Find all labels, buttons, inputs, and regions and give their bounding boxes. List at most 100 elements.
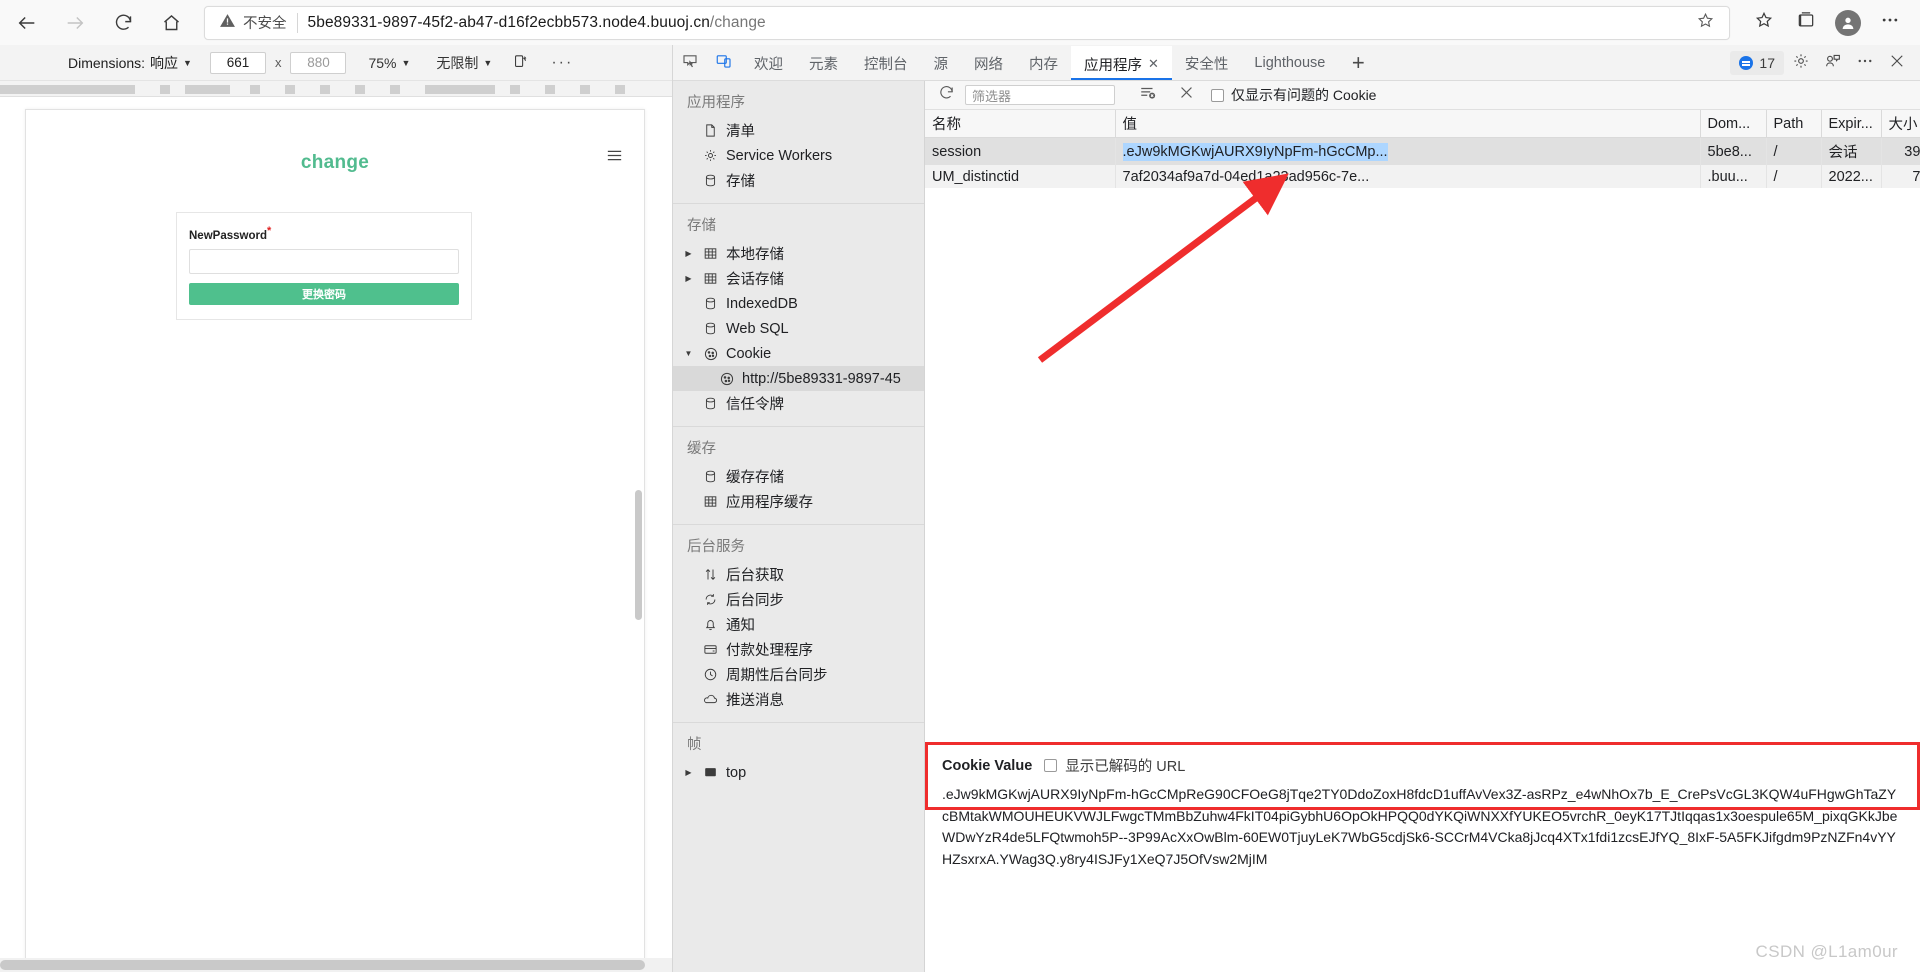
sidebar-item-[interactable]: ▶ 周期性后台同步 [673,662,924,687]
sidebar-item-web-sql[interactable]: ▶ Web SQL [673,316,924,341]
device-more-options-button[interactable]: ··· [551,54,573,72]
tab-console[interactable]: 控制台 [851,46,921,80]
save-to-collections-button[interactable] [1691,9,1719,37]
devtools-feedback-button[interactable] [1818,48,1848,78]
close-icon [1888,52,1906,75]
browser-settings-button[interactable] [1870,3,1910,43]
scrollbar-thumb[interactable] [0,960,645,970]
address-bar[interactable]: 不安全 5be89331-9897-45f2-ab47-d16f2ecbb573… [204,5,1730,40]
cell-domain: 5be8... [1700,137,1767,165]
col-expires[interactable]: Expir... [1821,110,1882,138]
tab-sources[interactable]: 源 [921,46,962,80]
sidebar-item-[interactable]: ▶ 通知 [673,612,924,637]
profile-avatar-icon [1835,9,1861,36]
clear-filter-button[interactable] [1171,82,1201,108]
issues-counter-button[interactable]: 17 [1730,51,1784,75]
chevron-right-icon[interactable]: ▶ [683,274,694,283]
viewport-ruler [0,81,672,97]
sidebar-item-[interactable]: ▶ 付款处理程序 [673,637,924,662]
only-problem-cookies-checkbox[interactable] [1211,88,1224,102]
col-name[interactable]: 名称 [925,110,1116,138]
viewport-height-input[interactable]: 880 [290,51,347,74]
sidebar-item-[interactable]: ▶ 存储 [673,168,924,193]
refresh-cookies-button[interactable] [931,82,961,108]
table-row[interactable]: session .eJw9kMGKwjAURX9IyNpFm-hGcCMp...… [925,137,1920,165]
chevron-down-icon: ▼ [483,57,493,68]
add-panel-button[interactable]: + [1338,46,1378,80]
sidebar-item-[interactable]: ▶ 后台获取 [673,562,924,587]
security-indicator[interactable]: 不安全 [213,12,295,33]
tab-security[interactable]: 安全性 [1172,46,1242,80]
close-tab-icon[interactable]: ✕ [1148,56,1159,72]
cookie-value-text[interactable]: .eJw9kMGKwjAURX9IyNpFm-hGcCMpReG90CFOeG8… [942,784,1903,871]
sidebar-item-cookie[interactable]: ▼ Cookie [673,341,924,366]
clear-all-cookies-button[interactable] [1133,82,1163,108]
profile-button[interactable] [1828,3,1868,43]
tab-welcome[interactable]: 欢迎 [741,46,796,80]
chevron-down-icon[interactable]: ▼ [683,349,694,358]
sidebar-item-[interactable]: ▶ 缓存存储 [673,464,924,489]
zoom-dropdown[interactable]: 75% ▼ [368,55,410,71]
cookie-value-title: Cookie Value [942,757,1033,774]
refresh-icon [938,84,955,106]
viewport-horizontal-scrollbar[interactable] [0,958,672,972]
hamburger-menu-icon[interactable] [607,147,622,167]
devtools-close-button[interactable] [1882,48,1912,78]
sidebar-item-indexeddb[interactable]: ▶ IndexedDB [673,291,924,316]
tab-lighthouse[interactable]: Lighthouse [1241,46,1338,80]
col-domain[interactable]: Dom... [1700,110,1767,138]
favorites-button[interactable] [1744,3,1784,43]
sidebar-item-[interactable]: ▶ 应用程序缓存 [673,489,924,514]
show-decoded-url-label: 显示已解码的 URL [1065,759,1186,775]
col-path[interactable]: Path [1766,110,1822,138]
col-value[interactable]: 值 [1115,110,1701,138]
table-row[interactable]: UM_distinctid 7af2034af9a7d-04ed1a23ad95… [925,165,1920,188]
sidebar-item-top[interactable]: ▶ top [673,760,924,785]
device-preset-value: 响应 [150,54,179,71]
sidebar-item-[interactable]: ▶ 清单 [673,118,924,143]
sidebar-item-[interactable]: ▶ 信任令牌 [673,391,924,416]
cookie-table-body: session .eJw9kMGKwjAURX9IyNpFm-hGcCMp...… [925,137,1920,188]
rotate-device-button[interactable] [512,53,529,73]
sidebar-item-[interactable]: ▶ 会话存储 [673,266,924,291]
tab-network[interactable]: 网络 [961,46,1016,80]
home-button[interactable] [150,2,192,44]
back-button[interactable] [6,2,48,44]
show-decoded-url-toggle[interactable]: 显示已解码的 URL [1044,755,1185,776]
database-icon [702,395,719,412]
chevron-right-icon[interactable]: ▶ [683,768,694,777]
tab-memory[interactable]: 内存 [1016,46,1071,80]
only-problem-cookies-toggle[interactable]: 仅显示有问题的 Cookie [1211,85,1376,105]
change-password-button[interactable]: 更换密码 [189,282,459,305]
page-vertical-scrollbar[interactable] [635,490,642,620]
chevron-right-icon[interactable]: ▶ [683,249,694,258]
cell-size: 73 [1881,165,1920,188]
sidebar-item-[interactable]: ▶ 推送消息 [673,687,924,712]
browser-toolbar: 不安全 5be89331-9897-45f2-ab47-d16f2ecbb573… [0,0,1920,45]
sidebar-item-[interactable]: ▶ 后台同步 [673,587,924,612]
devtools-settings-button[interactable] [1786,48,1816,78]
forward-button[interactable] [54,2,96,44]
device-preset-dropdown[interactable]: 响应 ▼ [150,53,192,73]
show-decoded-url-checkbox[interactable] [1044,759,1058,772]
viewport-width-input[interactable]: 661 [209,51,266,74]
cell-value[interactable]: .eJw9kMGKwjAURX9IyNpFm-hGcCMp... [1115,137,1701,165]
sidebar-item-http-5be89331-9897-45[interactable]: ▶ http://5be89331-9897-45 [673,366,924,391]
cookie-filter-input[interactable]: 筛选器 [965,85,1115,105]
tab-elements[interactable]: 元素 [796,46,851,80]
devtools-more-button[interactable] [1850,48,1880,78]
sidebar-item-[interactable]: ▶ 本地存储 [673,241,924,266]
new-password-input[interactable] [189,248,459,274]
sidebar-item-service-workers[interactable]: ▶ Service Workers [673,143,924,168]
reload-button[interactable] [102,2,144,44]
sidebar-item-label: 后台同步 [726,593,784,609]
sidebar-item-label: 通知 [726,618,755,634]
tab-application[interactable]: 应用程序 ✕ [1071,46,1172,80]
sidebar-item-label: 缓存存储 [726,470,784,486]
cell-value[interactable]: 7af2034af9a7d-04ed1a23ad956c-7e... [1115,165,1701,188]
device-toolbar-toggle-button[interactable] [707,46,741,80]
throttling-dropdown[interactable]: 无限制 ▼ [436,53,492,73]
col-size[interactable]: 大小 [1881,110,1920,138]
inspect-element-button[interactable] [673,46,707,80]
collections-button[interactable] [1786,3,1826,43]
